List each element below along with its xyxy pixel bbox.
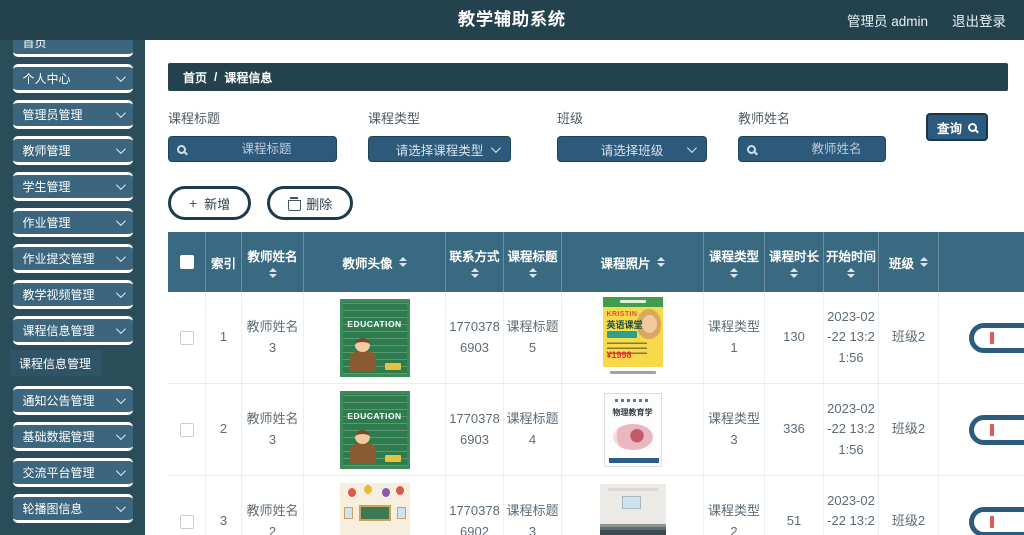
column-header-course-title[interactable]: 课程标题: [504, 232, 562, 292]
query-button[interactable]: 查询: [926, 113, 988, 141]
chevron-down-icon: [115, 502, 126, 513]
sidebar-item-notice-management[interactable]: 通知公告管理: [12, 386, 133, 415]
teacher-avatar-education-image: EDUCATION: [339, 390, 410, 469]
chevron-down-icon: [115, 324, 126, 335]
table-row: 2 教师姓名3 EDUCATION 17703786903 课程标题4 物理教育…: [168, 384, 1024, 476]
sidebar-item-student-management[interactable]: 学生管理: [12, 172, 133, 201]
column-header-course-type[interactable]: 课程类型: [704, 232, 765, 292]
chevron-down-icon: [490, 143, 501, 154]
teacher-name-input[interactable]: [756, 142, 917, 156]
chevron-down-icon: [115, 216, 126, 227]
sort-icon[interactable]: [730, 268, 738, 278]
course-photo-english-ad-image: KRISTIN 英语课堂 ¥1998: [602, 296, 663, 379]
breadcrumb-separator: /: [214, 70, 218, 84]
course-title-field[interactable]: [168, 136, 347, 162]
table-row: 1 教师姓名3 EDUCATION 17703786903 课程标题5 KRIS…: [168, 292, 1024, 384]
sidebar-item-course-info[interactable]: 课程信息管理: [12, 316, 133, 345]
course-title-input[interactable]: [186, 142, 347, 156]
teacher-avatar-classroom-cartoon-image: [339, 482, 410, 535]
row-checkbox[interactable]: [179, 422, 194, 437]
column-header-teacher-name[interactable]: 教师姓名: [242, 232, 304, 292]
chevron-down-icon: [686, 143, 697, 154]
action-label-partial: [990, 423, 994, 436]
logout-link[interactable]: 退出登录: [952, 10, 1006, 30]
course-photo-physics-book-image: 物理教育学: [603, 392, 662, 467]
breadcrumb-current: 课程信息: [224, 70, 273, 85]
filter-label-course-type: 课程类型: [368, 111, 421, 126]
top-bar: 教学辅助系统 管理员 admin 退出登录: [0, 0, 1024, 40]
course-photo-classroom-image: [599, 483, 666, 535]
teacher-avatar-education-image: EDUCATION: [339, 298, 410, 377]
sidebar-item-teaching-video[interactable]: 教学视频管理: [12, 280, 133, 309]
breadcrumb: 首页 / 课程信息: [168, 63, 1008, 91]
search-icon: [968, 122, 977, 132]
sidebar-item-personal-center[interactable]: 个人中心: [12, 64, 133, 93]
search-icon: [177, 144, 186, 154]
sort-icon[interactable]: [656, 257, 665, 267]
select-all-checkbox[interactable]: [179, 255, 194, 269]
row-checkbox[interactable]: [179, 514, 194, 529]
breadcrumb-home[interactable]: 首页: [183, 69, 207, 86]
sort-icon[interactable]: [398, 257, 407, 267]
sidebar-subitem-course-info-active[interactable]: 课程信息管理: [10, 350, 102, 376]
action-label-partial: [990, 515, 994, 528]
sidebar: 首页 个人中心 管理员管理 教师管理 学生管理 作业管理 作业提交管理 教学视频…: [0, 40, 145, 535]
row-action-button[interactable]: [969, 506, 1024, 535]
sidebar-item-basic-data[interactable]: 基础数据管理: [12, 422, 133, 451]
sidebar-item-homework-submission[interactable]: 作业提交管理: [12, 244, 133, 273]
sidebar-item-admin-management[interactable]: 管理员管理: [12, 100, 133, 129]
current-user-label: 管理员 admin: [846, 14, 928, 29]
chevron-down-icon: [115, 144, 126, 155]
add-button[interactable]: + 新增: [168, 186, 252, 220]
course-type-select[interactable]: 请选择课程类型: [368, 136, 511, 162]
teacher-name-field[interactable]: [738, 136, 917, 162]
filter-label-course-title: 课程标题: [168, 111, 221, 126]
chevron-down-icon: [115, 252, 126, 263]
filter-label-teacher-name: 教师姓名: [738, 111, 791, 126]
search-icon: [747, 144, 756, 154]
chevron-down-icon: [115, 108, 126, 119]
row-checkbox[interactable]: [179, 330, 194, 345]
table-header-row: 索引 教师姓名 教师头像 联系方式 课程标题 课程照片 课程类型 课程时长 开始…: [168, 232, 1024, 292]
column-header-teacher-avatar[interactable]: 教师头像: [304, 232, 446, 292]
course-table: 索引 教师姓名 教师头像 联系方式 课程标题 课程照片 课程类型 课程时长 开始…: [168, 232, 1024, 535]
sort-icon[interactable]: [847, 268, 855, 278]
row-action-button[interactable]: [969, 414, 1024, 445]
sort-icon[interactable]: [528, 268, 537, 278]
sidebar-item-homework-management[interactable]: 作业管理: [12, 208, 133, 237]
chevron-down-icon: [115, 466, 126, 477]
column-header-class[interactable]: 班级: [879, 232, 939, 292]
sidebar-item-carousel-info[interactable]: 轮播图信息: [12, 494, 133, 523]
sidebar-item-teacher-management[interactable]: 教师管理: [12, 136, 133, 165]
sort-icon[interactable]: [470, 268, 479, 278]
sidebar-item-home[interactable]: 首页: [12, 40, 133, 57]
plus-icon: +: [189, 195, 198, 211]
column-header-start-time[interactable]: 开始时间: [824, 232, 879, 292]
chevron-down-icon: [115, 180, 126, 191]
sort-icon[interactable]: [920, 257, 928, 267]
filter-label-class: 班级: [557, 111, 584, 126]
chevron-down-icon: [115, 430, 126, 441]
chevron-down-icon: [115, 72, 126, 83]
sort-icon[interactable]: [268, 268, 277, 278]
row-action-button[interactable]: [969, 322, 1024, 353]
column-header-course-photo[interactable]: 课程照片: [562, 232, 704, 292]
chevron-down-icon: [115, 394, 126, 405]
chevron-down-icon: [115, 288, 126, 299]
sidebar-item-communication-platform[interactable]: 交流平台管理: [12, 458, 133, 487]
main-content: 首页 / 课程信息 课程标题 课程类型 请选择课程类型 班级 请选择班级 教师姓…: [145, 40, 1024, 535]
delete-button[interactable]: 删除: [267, 186, 354, 220]
column-header-duration[interactable]: 课程时长: [765, 232, 824, 292]
table-row: 3 教师姓名2 17703786902 课程标题3 课程类型2 51 2023-…: [168, 476, 1024, 535]
trash-icon: [288, 197, 302, 211]
column-header-contact[interactable]: 联系方式: [446, 232, 504, 292]
action-label-partial: [990, 331, 994, 344]
class-select[interactable]: 请选择班级: [557, 136, 707, 162]
sort-icon[interactable]: [790, 268, 798, 278]
